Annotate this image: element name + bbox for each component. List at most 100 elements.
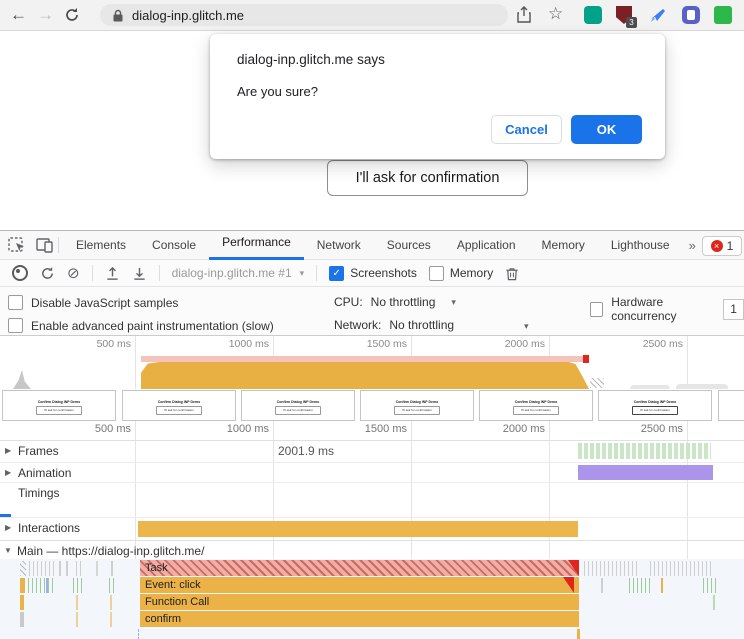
gc-hatch bbox=[590, 378, 604, 388]
back-icon[interactable]: ← bbox=[10, 0, 27, 30]
extension-icon-jet[interactable] bbox=[650, 7, 667, 23]
screenshot-thumbnail[interactable]: Confirm Dialog INP DemoI'll ask for conf… bbox=[2, 390, 116, 421]
screenshot-thumbnail[interactable]: Confirm Dialog INP DemoI'll ask for conf… bbox=[122, 390, 236, 421]
frames-bar[interactable] bbox=[578, 443, 711, 459]
bookmark-star-icon[interactable]: ☆ bbox=[548, 4, 563, 24]
more-tabs-icon[interactable]: » bbox=[683, 238, 702, 253]
interactions-track[interactable]: ▶ Interactions bbox=[0, 517, 744, 541]
ruler-tick: 2500 ms bbox=[613, 423, 683, 435]
error-badge[interactable]: × 1 bbox=[702, 236, 742, 256]
timeline-tracks: 500 ms 1000 ms 1500 ms 2000 ms 2500 ms ▶… bbox=[0, 421, 744, 639]
frames-track[interactable]: ▶ Frames 2001.9 ms bbox=[0, 440, 744, 463]
tab-lighthouse[interactable]: Lighthouse bbox=[598, 232, 683, 259]
extension-icon-indigo[interactable] bbox=[682, 6, 700, 24]
ruler-tick: 1000 ms bbox=[199, 423, 269, 435]
activity-tick bbox=[110, 612, 112, 627]
lock-icon bbox=[112, 9, 124, 22]
divider bbox=[159, 265, 160, 281]
cpu-caret-icon[interactable]: ▾ bbox=[451, 297, 456, 308]
function-call-bar[interactable]: Function Call bbox=[140, 594, 579, 610]
javascript-alert-dialog: dialog-inp.glitch.me says Are you sure? … bbox=[210, 34, 665, 159]
expand-icon[interactable]: ▶ bbox=[5, 468, 11, 477]
screenshot-thumbnail[interactable]: Confirm Dialog INP DemoI'll ask for conf… bbox=[598, 390, 712, 421]
tab-sources[interactable]: Sources bbox=[374, 232, 444, 259]
main-thread-flamechart[interactable]: Task Event: click bbox=[0, 559, 744, 639]
expand-icon[interactable]: ▶ bbox=[5, 446, 11, 455]
activity-tick bbox=[76, 612, 78, 627]
extension-icon-shield[interactable]: 3 bbox=[616, 6, 634, 24]
extension-icon-teal[interactable] bbox=[584, 6, 602, 24]
flame-row-function-call: Function Call bbox=[0, 594, 744, 611]
collapse-icon[interactable]: ▼ bbox=[4, 546, 12, 555]
hardware-concurrency-label: Hardware concurrency bbox=[611, 295, 715, 323]
activity-ticks bbox=[76, 561, 82, 576]
tab-performance[interactable]: Performance bbox=[209, 230, 304, 260]
activity-ticks bbox=[650, 561, 712, 576]
event-click-bar[interactable]: Event: click bbox=[140, 577, 579, 593]
forward-icon[interactable]: → bbox=[37, 0, 54, 30]
share-icon[interactable] bbox=[516, 6, 532, 24]
screenshot-thumbnail[interactable]: Confirm Dialog INP DemoI'll ask for conf… bbox=[241, 390, 355, 421]
tab-network[interactable]: Network bbox=[304, 232, 374, 259]
ok-button[interactable]: OK bbox=[571, 115, 642, 144]
screenshots-checkbox[interactable]: ✓ bbox=[329, 266, 344, 281]
session-select[interactable]: dialog-inp.glitch.me #1 bbox=[172, 266, 292, 280]
paint-instrumentation-checkbox[interactable] bbox=[8, 318, 23, 333]
main-thread-track-header[interactable]: ▼ Main — https://dialog-inp.glitch.me/ bbox=[0, 540, 744, 559]
expand-icon[interactable]: ▶ bbox=[5, 523, 11, 532]
record-button[interactable] bbox=[12, 265, 28, 281]
divider bbox=[58, 237, 59, 253]
tab-elements[interactable]: Elements bbox=[63, 232, 139, 259]
ruler-tick: 1500 ms bbox=[337, 423, 407, 435]
activity-tick bbox=[76, 595, 78, 610]
ruler-tick: 2000 ms bbox=[475, 423, 545, 435]
save-profile-icon[interactable] bbox=[132, 266, 147, 281]
screenshots-label: Screenshots bbox=[350, 266, 417, 280]
gridline bbox=[687, 336, 688, 389]
disable-js-checkbox[interactable] bbox=[8, 295, 23, 310]
timings-track[interactable]: Timings bbox=[0, 482, 744, 518]
extension-icon-green[interactable] bbox=[714, 6, 732, 24]
tab-application[interactable]: Application bbox=[444, 232, 529, 259]
animation-bar[interactable] bbox=[578, 465, 713, 480]
cpu-activity-area bbox=[141, 362, 589, 389]
animation-track[interactable]: ▶ Animation bbox=[0, 462, 744, 483]
network-activity-bar bbox=[141, 356, 588, 362]
screenshot-filmstrip[interactable]: Confirm Dialog INP DemoI'll ask for conf… bbox=[0, 389, 744, 421]
ask-confirmation-button[interactable]: I'll ask for confirmation bbox=[327, 160, 528, 196]
reload-record-icon[interactable] bbox=[40, 266, 55, 281]
task-bar[interactable]: Task bbox=[140, 560, 579, 576]
inspect-element-icon[interactable] bbox=[8, 237, 26, 253]
clear-icon[interactable]: ⊘ bbox=[67, 264, 80, 282]
cpu-throttle-select[interactable]: No throttling bbox=[371, 295, 436, 309]
error-icon: × bbox=[711, 240, 723, 252]
cpu-spike bbox=[13, 370, 31, 389]
cancel-button[interactable]: Cancel bbox=[491, 115, 562, 144]
load-profile-icon[interactable] bbox=[105, 266, 120, 281]
network-caret-icon[interactable]: ▾ bbox=[524, 321, 529, 332]
network-throttle-select[interactable]: No throttling bbox=[389, 318, 454, 332]
overview-tick: 1000 ms bbox=[199, 338, 269, 350]
memory-label: Memory bbox=[450, 266, 493, 280]
screenshot-thumbnail[interactable]: Confirm Dialog INP DemoI'll ask for conf… bbox=[479, 390, 593, 421]
session-caret-icon[interactable]: ▾ bbox=[300, 268, 305, 279]
flame-row-event: Event: click bbox=[0, 577, 744, 594]
interaction-bar[interactable] bbox=[138, 521, 578, 537]
confirm-bar[interactable]: confirm bbox=[140, 611, 579, 627]
tab-console[interactable]: Console bbox=[139, 232, 209, 259]
dialog-message: Are you sure? bbox=[237, 84, 318, 99]
divider bbox=[92, 265, 93, 281]
timeline-overview[interactable]: 500 ms 1000 ms 1500 ms 2000 ms 2500 ms bbox=[0, 336, 744, 390]
device-toolbar-icon[interactable] bbox=[36, 237, 54, 253]
address-bar[interactable]: dialog-inp.glitch.me bbox=[100, 4, 508, 26]
screenshot-thumbnail[interactable]: Confirm Dialog INP DemoI'll ask for conf… bbox=[360, 390, 474, 421]
tab-memory[interactable]: Memory bbox=[529, 232, 598, 259]
reload-icon[interactable] bbox=[64, 7, 80, 23]
memory-checkbox[interactable] bbox=[429, 266, 444, 281]
track-focus-indicator bbox=[0, 514, 11, 517]
hardware-concurrency-input[interactable]: 1 bbox=[723, 299, 744, 320]
hardware-concurrency-checkbox[interactable] bbox=[590, 302, 603, 317]
screenshot-thumbnail[interactable] bbox=[718, 390, 744, 421]
trash-icon[interactable] bbox=[505, 266, 519, 281]
activity-tick bbox=[96, 561, 98, 576]
